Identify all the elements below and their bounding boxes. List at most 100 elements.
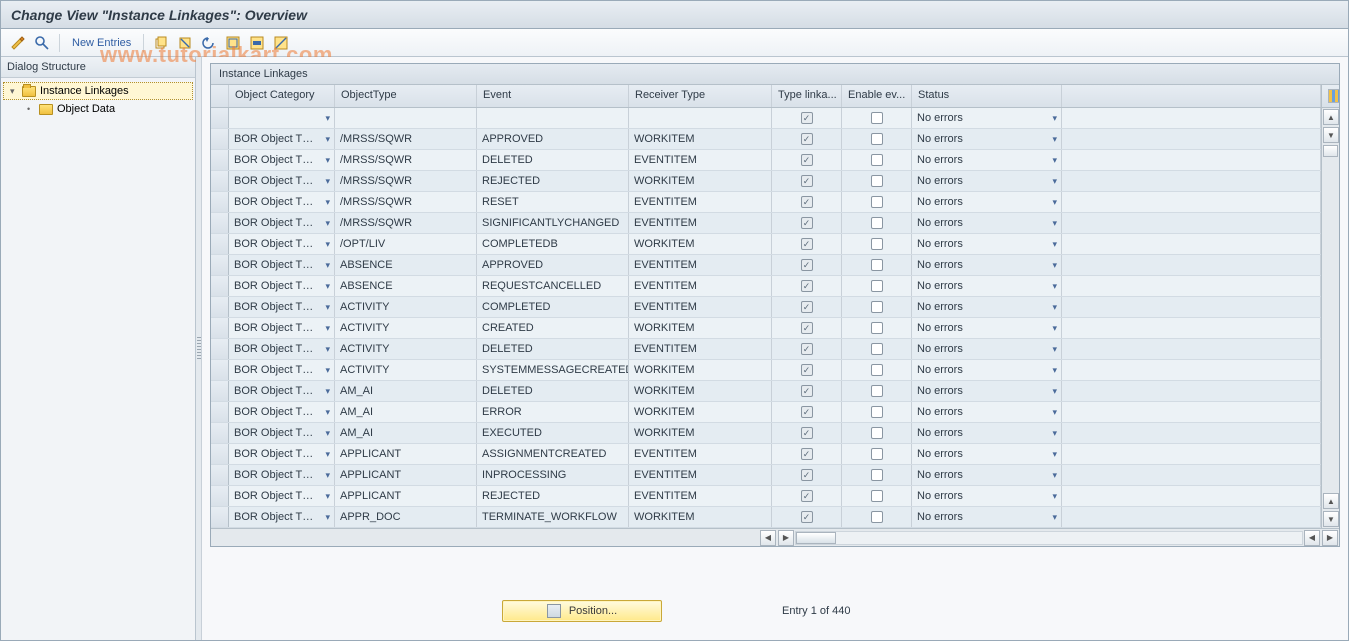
- cell-event[interactable]: REQUESTCANCELLED: [477, 276, 629, 296]
- cell-type-linkage[interactable]: ✓: [772, 150, 842, 170]
- scroll-down-small-icon[interactable]: ▼: [1323, 127, 1339, 143]
- cell-status[interactable]: No errors: [912, 465, 1062, 485]
- row-selector[interactable]: [211, 507, 229, 527]
- scroll-right-small-icon[interactable]: ▶: [778, 530, 794, 546]
- cell-object-type[interactable]: AM_AI: [335, 402, 477, 422]
- row-selector[interactable]: [211, 381, 229, 401]
- cell-enable-event[interactable]: [842, 171, 912, 191]
- cell-receiver-type[interactable]: WORKITEM: [629, 507, 772, 527]
- cell-object-type[interactable]: [335, 108, 477, 128]
- col-enable-event[interactable]: Enable ev...: [842, 85, 912, 107]
- cell-object-category[interactable]: BOR Object T…: [229, 234, 335, 254]
- row-selector[interactable]: [211, 129, 229, 149]
- cell-enable-event[interactable]: [842, 381, 912, 401]
- cell-object-category[interactable]: BOR Object T…: [229, 486, 335, 506]
- cell-enable-event[interactable]: [842, 297, 912, 317]
- cell-object-type[interactable]: /MRSS/SQWR: [335, 192, 477, 212]
- col-receiver-type[interactable]: Receiver Type: [629, 85, 772, 107]
- cell-type-linkage[interactable]: ✓: [772, 108, 842, 128]
- cell-object-category[interactable]: BOR Object T…: [229, 444, 335, 464]
- col-object-category[interactable]: Object Category: [229, 85, 335, 107]
- cell-status[interactable]: No errors: [912, 360, 1062, 380]
- cell-enable-event[interactable]: [842, 108, 912, 128]
- find-icon[interactable]: [33, 34, 51, 52]
- cell-receiver-type[interactable]: WORKITEM: [629, 318, 772, 338]
- cell-receiver-type[interactable]: EVENTITEM: [629, 486, 772, 506]
- cell-type-linkage[interactable]: ✓: [772, 171, 842, 191]
- col-object-type[interactable]: ObjectType: [335, 85, 477, 107]
- cell-type-linkage[interactable]: ✓: [772, 318, 842, 338]
- cell-event[interactable]: DELETED: [477, 339, 629, 359]
- cell-event[interactable]: CREATED: [477, 318, 629, 338]
- cell-object-type[interactable]: /MRSS/SQWR: [335, 129, 477, 149]
- cell-type-linkage[interactable]: ✓: [772, 402, 842, 422]
- cell-object-category[interactable]: BOR Object T…: [229, 339, 335, 359]
- row-selector[interactable]: [211, 213, 229, 233]
- cell-object-category[interactable]: BOR Object T…: [229, 192, 335, 212]
- row-selector[interactable]: [211, 444, 229, 464]
- cell-status[interactable]: No errors: [912, 276, 1062, 296]
- cell-receiver-type[interactable]: EVENTITEM: [629, 339, 772, 359]
- row-selector[interactable]: [211, 234, 229, 254]
- cell-object-type[interactable]: ACTIVITY: [335, 360, 477, 380]
- cell-event[interactable]: EXECUTED: [477, 423, 629, 443]
- horizontal-scrollbar[interactable]: ◀ ▶ ◀ ▶: [211, 528, 1339, 546]
- cell-receiver-type[interactable]: EVENTITEM: [629, 192, 772, 212]
- cell-object-category[interactable]: BOR Object T…: [229, 276, 335, 296]
- cell-receiver-type[interactable]: WORKITEM: [629, 381, 772, 401]
- cell-event[interactable]: SIGNIFICANTLYCHANGED: [477, 213, 629, 233]
- cell-enable-event[interactable]: [842, 339, 912, 359]
- row-selector[interactable]: [211, 108, 229, 128]
- cell-status[interactable]: No errors: [912, 381, 1062, 401]
- cell-object-category[interactable]: BOR Object T…: [229, 507, 335, 527]
- cell-type-linkage[interactable]: ✓: [772, 129, 842, 149]
- cell-object-type[interactable]: APPR_DOC: [335, 507, 477, 527]
- scroll-down-icon[interactable]: ▼: [1323, 511, 1339, 527]
- cell-type-linkage[interactable]: ✓: [772, 234, 842, 254]
- cell-object-type[interactable]: ABSENCE: [335, 276, 477, 296]
- cell-type-linkage[interactable]: ✓: [772, 276, 842, 296]
- scroll-track[interactable]: [795, 531, 1303, 545]
- position-button[interactable]: Position...: [502, 600, 662, 622]
- cell-status[interactable]: No errors: [912, 171, 1062, 191]
- tree-node-instance-linkages[interactable]: ▾ Instance Linkages: [3, 82, 193, 100]
- row-selector[interactable]: [211, 318, 229, 338]
- cell-type-linkage[interactable]: ✓: [772, 507, 842, 527]
- cell-object-category[interactable]: BOR Object T…: [229, 213, 335, 233]
- cell-object-category[interactable]: BOR Object T…: [229, 255, 335, 275]
- scroll-thumb[interactable]: [796, 532, 836, 544]
- copy-as-icon[interactable]: [152, 34, 170, 52]
- cell-object-type[interactable]: /OPT/LIV: [335, 234, 477, 254]
- row-selector[interactable]: [211, 402, 229, 422]
- cell-object-type[interactable]: APPLICANT: [335, 444, 477, 464]
- cell-enable-event[interactable]: [842, 402, 912, 422]
- scroll-left-icon[interactable]: ◀: [760, 530, 776, 546]
- row-selector[interactable]: [211, 276, 229, 296]
- row-selector[interactable]: [211, 297, 229, 317]
- scroll-up-icon[interactable]: ▲: [1323, 109, 1339, 125]
- cell-receiver-type[interactable]: WORKITEM: [629, 360, 772, 380]
- select-all-column[interactable]: [211, 85, 229, 107]
- cell-receiver-type[interactable]: EVENTITEM: [629, 276, 772, 296]
- cell-status[interactable]: No errors: [912, 297, 1062, 317]
- col-type-linkage[interactable]: Type linka...: [772, 85, 842, 107]
- scroll-thumb[interactable]: [1323, 145, 1338, 157]
- expand-toggle-icon[interactable]: ▾: [10, 86, 22, 97]
- cell-enable-event[interactable]: [842, 129, 912, 149]
- row-selector[interactable]: [211, 171, 229, 191]
- cell-status[interactable]: No errors: [912, 150, 1062, 170]
- cell-event[interactable]: REJECTED: [477, 486, 629, 506]
- cell-event[interactable]: DELETED: [477, 381, 629, 401]
- row-selector[interactable]: [211, 150, 229, 170]
- cell-type-linkage[interactable]: ✓: [772, 255, 842, 275]
- cell-type-linkage[interactable]: ✓: [772, 339, 842, 359]
- cell-receiver-type[interactable]: WORKITEM: [629, 171, 772, 191]
- cell-receiver-type[interactable]: WORKITEM: [629, 129, 772, 149]
- cell-status[interactable]: No errors: [912, 318, 1062, 338]
- cell-object-type[interactable]: ACTIVITY: [335, 318, 477, 338]
- cell-status[interactable]: No errors: [912, 192, 1062, 212]
- scroll-up-small-icon[interactable]: ▲: [1323, 493, 1339, 509]
- row-selector[interactable]: [211, 360, 229, 380]
- cell-receiver-type[interactable]: [629, 108, 772, 128]
- cell-type-linkage[interactable]: ✓: [772, 381, 842, 401]
